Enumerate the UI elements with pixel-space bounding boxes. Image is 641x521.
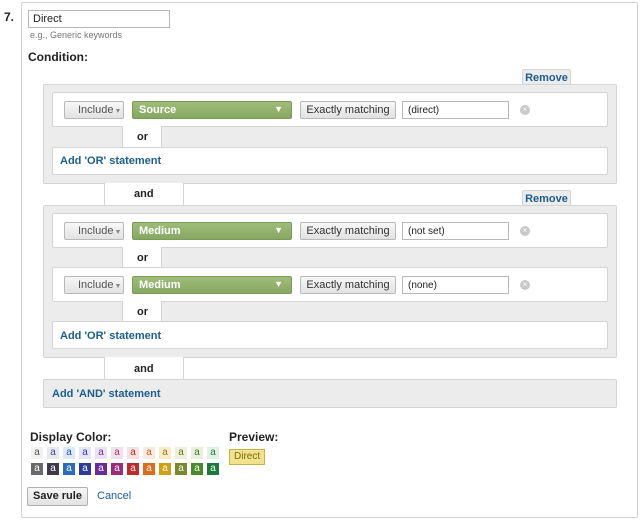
dimension-select[interactable]: Medium ▼	[132, 222, 292, 240]
color-swatch[interactable]: a	[143, 447, 155, 459]
match-type-button[interactable]: Exactly matching	[300, 101, 396, 119]
and-label: and	[134, 188, 154, 200]
color-swatch[interactable]: a	[63, 447, 75, 459]
include-button[interactable]: Include▼	[64, 101, 124, 119]
match-type-button[interactable]: Exactly matching	[300, 276, 396, 294]
dropdown-triangle-icon: ▼	[274, 225, 283, 235]
caret-down-icon: ▼	[114, 283, 122, 290]
color-swatch[interactable]: a	[111, 447, 123, 459]
color-swatch[interactable]: a	[175, 447, 187, 459]
match-type-button[interactable]: Exactly matching	[300, 222, 396, 240]
color-swatch[interactable]: a	[207, 447, 219, 459]
condition-value-input[interactable]	[402, 276, 509, 294]
display-color-label: Display Color:	[30, 430, 112, 444]
color-swatch[interactable]: a	[159, 447, 171, 459]
color-swatch[interactable]: a	[127, 463, 139, 475]
preview-label: Preview:	[229, 430, 279, 444]
or-label: or	[137, 306, 148, 318]
condition-value-input[interactable]	[402, 101, 509, 119]
color-swatch[interactable]: a	[47, 463, 59, 475]
clear-circle-icon[interactable]: ×	[520, 226, 530, 236]
rule-name-hint: e.g., Generic keywords	[30, 30, 123, 40]
color-swatch[interactable]: a	[95, 463, 107, 475]
color-swatch[interactable]: a	[159, 463, 171, 475]
include-button[interactable]: Include▼	[64, 222, 124, 240]
color-swatch[interactable]: a	[79, 463, 91, 475]
dimension-label: Medium	[139, 225, 181, 237]
add-or-statement-link[interactable]: Add 'OR' statement	[60, 155, 161, 167]
dropdown-triangle-icon: ▼	[274, 279, 283, 289]
cancel-link[interactable]: Cancel	[97, 490, 131, 502]
color-swatch[interactable]: a	[95, 447, 107, 459]
color-swatch[interactable]: a	[143, 463, 155, 475]
include-label: Include	[78, 279, 114, 291]
or-label: or	[137, 252, 148, 264]
condition-label: Condition:	[28, 50, 88, 64]
add-or-statement-link[interactable]: Add 'OR' statement	[60, 330, 161, 342]
condition-value-input[interactable]	[402, 222, 509, 240]
color-swatch[interactable]: a	[175, 463, 187, 475]
dimension-label: Source	[139, 104, 177, 116]
color-swatch[interactable]: a	[79, 447, 91, 459]
clear-circle-icon[interactable]: ×	[520, 105, 530, 115]
preview-chip: Direct	[229, 449, 266, 465]
color-swatch[interactable]: a	[31, 447, 43, 459]
color-swatch[interactable]: a	[31, 463, 43, 475]
remove-group-1-button[interactable]: Remove	[522, 69, 571, 85]
include-label: Include	[78, 225, 114, 237]
color-swatch[interactable]: a	[63, 463, 75, 475]
remove-group-2-button[interactable]: Remove	[522, 190, 571, 206]
add-and-statement-link[interactable]: Add 'AND' statement	[52, 388, 161, 400]
caret-down-icon: ▼	[114, 108, 122, 115]
color-swatch[interactable]: a	[191, 463, 203, 475]
color-swatch[interactable]: a	[47, 447, 59, 459]
or-label: or	[137, 131, 148, 143]
dropdown-triangle-icon: ▼	[274, 104, 283, 114]
color-swatch[interactable]: a	[127, 447, 139, 459]
include-button[interactable]: Include▼	[64, 276, 124, 294]
rule-name-input[interactable]	[28, 10, 170, 28]
clear-circle-icon[interactable]: ×	[520, 280, 530, 290]
dimension-select[interactable]: Source ▼	[132, 101, 292, 119]
rule-number: 7.	[4, 10, 15, 24]
color-swatch[interactable]: a	[191, 447, 203, 459]
and-label: and	[134, 363, 154, 375]
dimension-select[interactable]: Medium ▼	[132, 276, 292, 294]
save-rule-button[interactable]: Save rule	[27, 487, 88, 506]
dimension-label: Medium	[139, 279, 181, 291]
color-swatch[interactable]: a	[207, 463, 219, 475]
include-label: Include	[78, 104, 114, 116]
caret-down-icon: ▼	[114, 229, 122, 236]
color-swatch[interactable]: a	[111, 463, 123, 475]
